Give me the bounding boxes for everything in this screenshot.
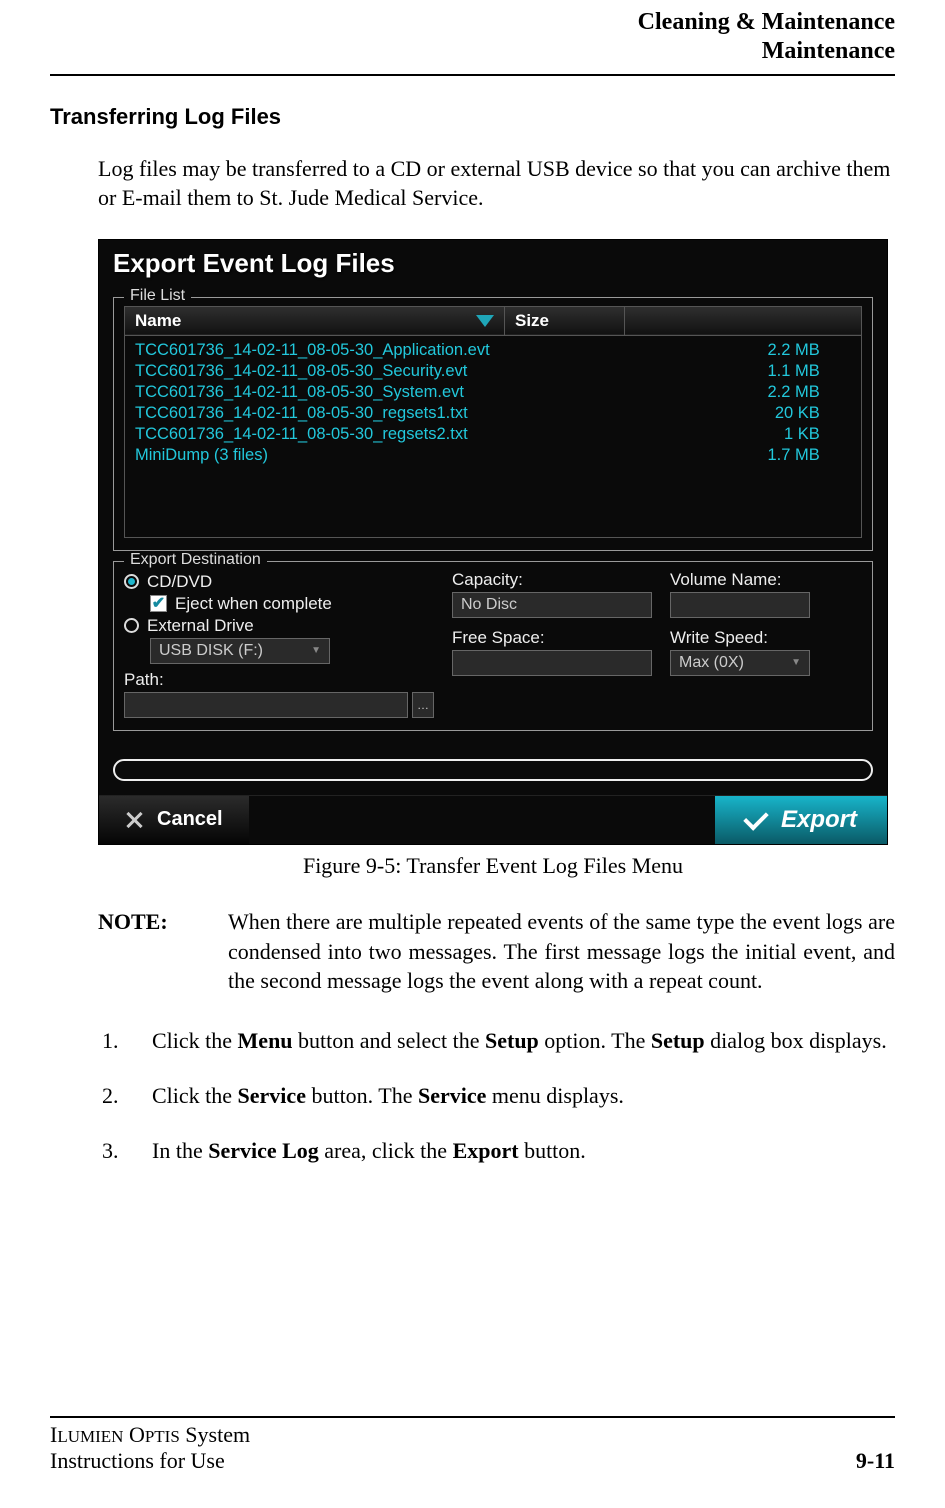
cancel-label: Cancel bbox=[157, 808, 223, 831]
table-row[interactable]: TCC601736_14-02-11_08-05-30_Application.… bbox=[125, 340, 861, 361]
external-drive-value: USB DISK (F:) bbox=[159, 642, 263, 660]
chevron-down-icon: ▼ bbox=[311, 645, 321, 656]
radio-cddvd-label: CD/DVD bbox=[147, 572, 212, 592]
page-number: 9-11 bbox=[856, 1448, 895, 1474]
list-item: Click the Menu button and select the Set… bbox=[124, 1024, 895, 1057]
col-name-label: Name bbox=[135, 311, 181, 330]
path-input[interactable] bbox=[124, 692, 408, 718]
progress-bar bbox=[113, 759, 873, 781]
write-speed-label: Write Speed: bbox=[670, 628, 862, 648]
checkmark-icon bbox=[743, 805, 768, 830]
col-spacer bbox=[625, 306, 862, 335]
volume-field bbox=[670, 592, 810, 618]
dest-left-col: CD/DVD ✔ Eject when complete External Dr… bbox=[124, 570, 434, 718]
col-size-header[interactable]: Size bbox=[505, 306, 625, 335]
running-header: Cleaning & Maintenance Maintenance bbox=[50, 0, 895, 74]
table-row[interactable]: TCC601736_14-02-11_08-05-30_regsets2.txt… bbox=[125, 424, 861, 445]
intro-paragraph: Log files may be transferred to a CD or … bbox=[98, 154, 895, 213]
header-line1: Cleaning & Maintenance bbox=[50, 8, 895, 37]
export-label: Export bbox=[781, 806, 857, 834]
path-label: Path: bbox=[124, 670, 434, 690]
footer-left: ILUMIEN OPTIS System Instructions for Us… bbox=[50, 1422, 250, 1474]
checkbox-checked-icon: ✔ bbox=[150, 595, 167, 612]
note-text: When there are multiple repeated events … bbox=[228, 907, 895, 996]
note-label: NOTE: bbox=[98, 907, 188, 996]
volume-label: Volume Name: bbox=[670, 570, 862, 590]
file-list-fieldset: File List Name Size TCC601736_14-02-11_0… bbox=[113, 297, 873, 551]
progress-area bbox=[99, 741, 887, 795]
table-row[interactable]: TCC601736_14-02-11_08-05-30_System.evt2.… bbox=[125, 382, 861, 403]
note-block: NOTE: When there are multiple repeated e… bbox=[98, 907, 895, 996]
radio-external[interactable]: External Drive bbox=[124, 616, 434, 636]
free-space-field bbox=[452, 650, 652, 676]
table-row[interactable]: MiniDump (3 files)1.7 MB bbox=[125, 445, 861, 466]
file-list-empty-area bbox=[124, 468, 862, 538]
radio-external-label: External Drive bbox=[147, 616, 254, 636]
write-speed-value: Max (0X) bbox=[679, 654, 744, 672]
dialog-title: Export Event Log Files bbox=[99, 240, 887, 291]
write-speed-combo[interactable]: Max (0X) ▼ bbox=[670, 650, 810, 676]
list-item: Click the Service button. The Service me… bbox=[124, 1079, 895, 1112]
figure-caption: Figure 9-5: Transfer Event Log Files Men… bbox=[98, 853, 888, 879]
dest-right-col: Volume Name: Write Speed: Max (0X) ▼ bbox=[670, 570, 862, 718]
export-dialog: Export Event Log Files File List Name Si… bbox=[98, 239, 888, 845]
dest-mid-col: Capacity: No Disc Free Space: bbox=[452, 570, 652, 718]
radio-checked-icon bbox=[124, 574, 139, 589]
sort-desc-icon bbox=[476, 315, 494, 327]
capacity-field: No Disc bbox=[452, 592, 652, 618]
destination-fieldset: Export Destination CD/DVD ✔ Eject when c… bbox=[113, 561, 873, 731]
footer-rule bbox=[50, 1416, 895, 1418]
table-row[interactable]: TCC601736_14-02-11_08-05-30_Security.evt… bbox=[125, 361, 861, 382]
table-row[interactable]: TCC601736_14-02-11_08-05-30_regsets1.txt… bbox=[125, 403, 861, 424]
path-browse-button[interactable]: … bbox=[412, 692, 434, 718]
list-item: In the Service Log area, click the Expor… bbox=[124, 1134, 895, 1167]
steps-list: Click the Menu button and select the Set… bbox=[98, 1024, 895, 1167]
file-list-legend: File List bbox=[124, 287, 191, 305]
radio-unchecked-icon bbox=[124, 618, 139, 633]
chevron-down-icon: ▼ bbox=[791, 657, 801, 668]
eject-checkbox[interactable]: ✔ Eject when complete bbox=[150, 594, 434, 614]
header-line2: Maintenance bbox=[50, 37, 895, 66]
section-title: Transferring Log Files bbox=[0, 104, 895, 130]
export-button[interactable]: Export bbox=[715, 796, 887, 844]
page-footer: ILUMIEN OPTIS System Instructions for Us… bbox=[50, 1416, 895, 1474]
close-icon bbox=[125, 811, 143, 829]
cancel-button[interactable]: Cancel bbox=[99, 796, 249, 844]
header-rule bbox=[50, 74, 895, 76]
external-drive-combo[interactable]: USB DISK (F:) ▼ bbox=[150, 638, 330, 664]
free-space-label: Free Space: bbox=[452, 628, 652, 648]
capacity-label: Capacity: bbox=[452, 570, 652, 590]
dialog-button-row: Cancel Export bbox=[99, 795, 887, 844]
destination-legend: Export Destination bbox=[124, 551, 267, 569]
col-name-header[interactable]: Name bbox=[125, 306, 505, 335]
file-list-table: Name Size bbox=[124, 306, 862, 336]
eject-label: Eject when complete bbox=[175, 594, 332, 614]
radio-cddvd[interactable]: CD/DVD bbox=[124, 572, 434, 592]
